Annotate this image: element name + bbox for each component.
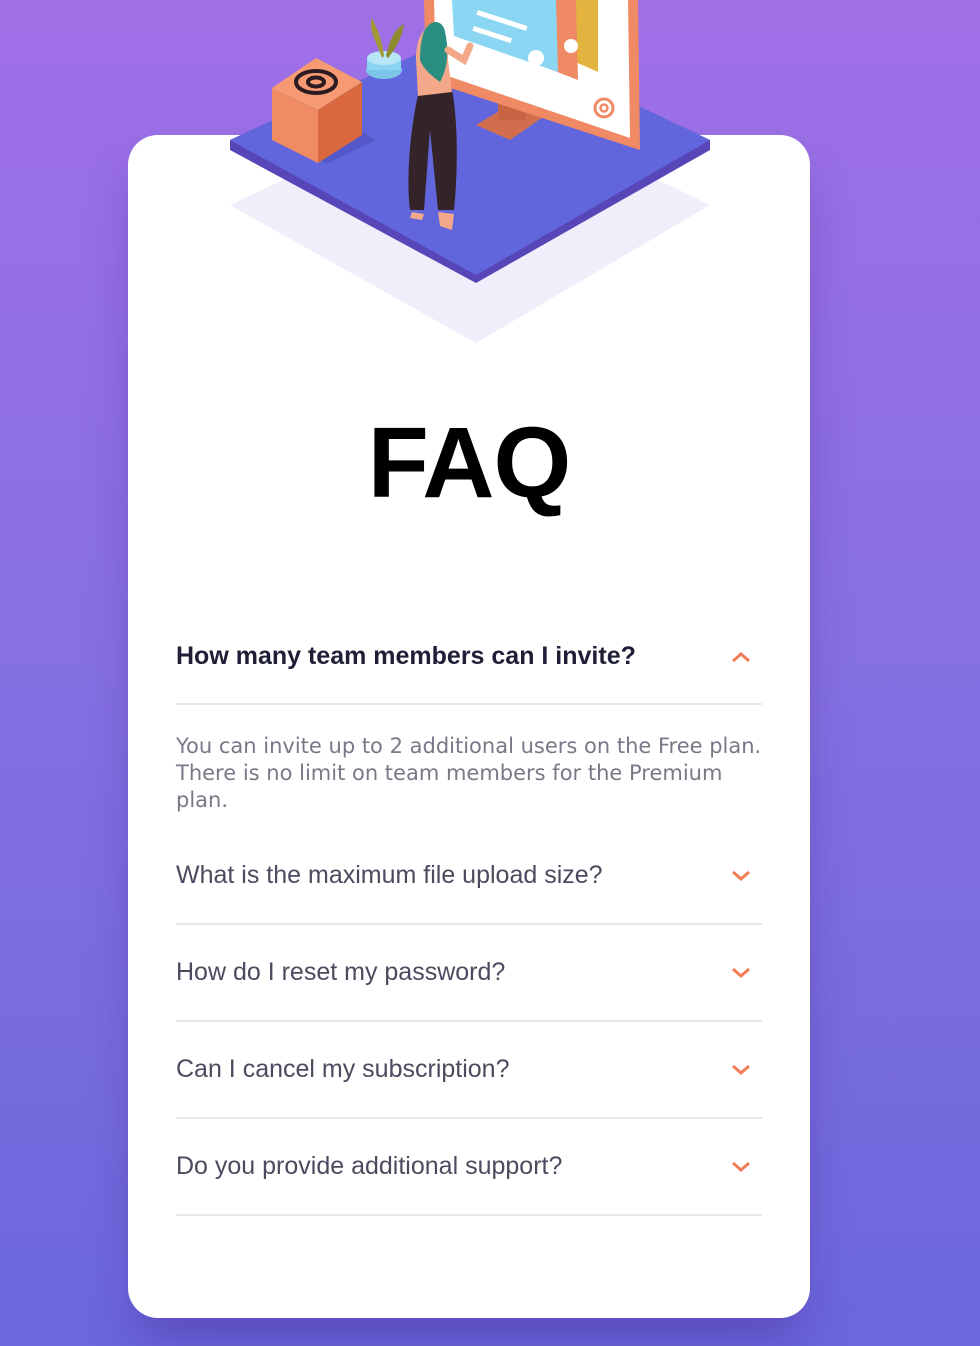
faq-question: How do I reset my password? [176, 958, 506, 986]
faq-item: What is the maximum file upload size? [176, 828, 762, 925]
faq-list: How many team members can I invite? You … [176, 610, 762, 1216]
faq-question-toggle[interactable]: How do I reset my password? [176, 925, 762, 1020]
woman-at-online-screen-illustration [230, 0, 710, 343]
faq-question-toggle[interactable]: How many team members can I invite? [176, 610, 762, 705]
chevron-down-icon [732, 1064, 750, 1075]
faq-question: Do you provide additional support? [176, 1152, 563, 1180]
faq-question-toggle[interactable]: Can I cancel my subscription? [176, 1022, 762, 1117]
faq-answer: You can invite up to 2 additional users … [176, 734, 762, 812]
faq-item: Do you provide additional support? [176, 1119, 762, 1216]
faq-item: How many team members can I invite? You … [176, 610, 762, 828]
faq-question: How many team members can I invite? [176, 642, 636, 670]
chevron-down-icon [732, 870, 750, 881]
chevron-up-icon [732, 651, 750, 662]
faq-question: Can I cancel my subscription? [176, 1055, 510, 1083]
faq-question: What is the maximum file upload size? [176, 861, 603, 889]
faq-item: How do I reset my password? [176, 925, 762, 1022]
chevron-down-icon [732, 1161, 750, 1172]
faq-question-toggle[interactable]: What is the maximum file upload size? [176, 828, 762, 923]
page-title: FAQ [367, 407, 572, 519]
chevron-down-icon [732, 967, 750, 978]
faq-question-toggle[interactable]: Do you provide additional support? [176, 1119, 762, 1214]
faq-item: Can I cancel my subscription? [176, 1022, 762, 1119]
